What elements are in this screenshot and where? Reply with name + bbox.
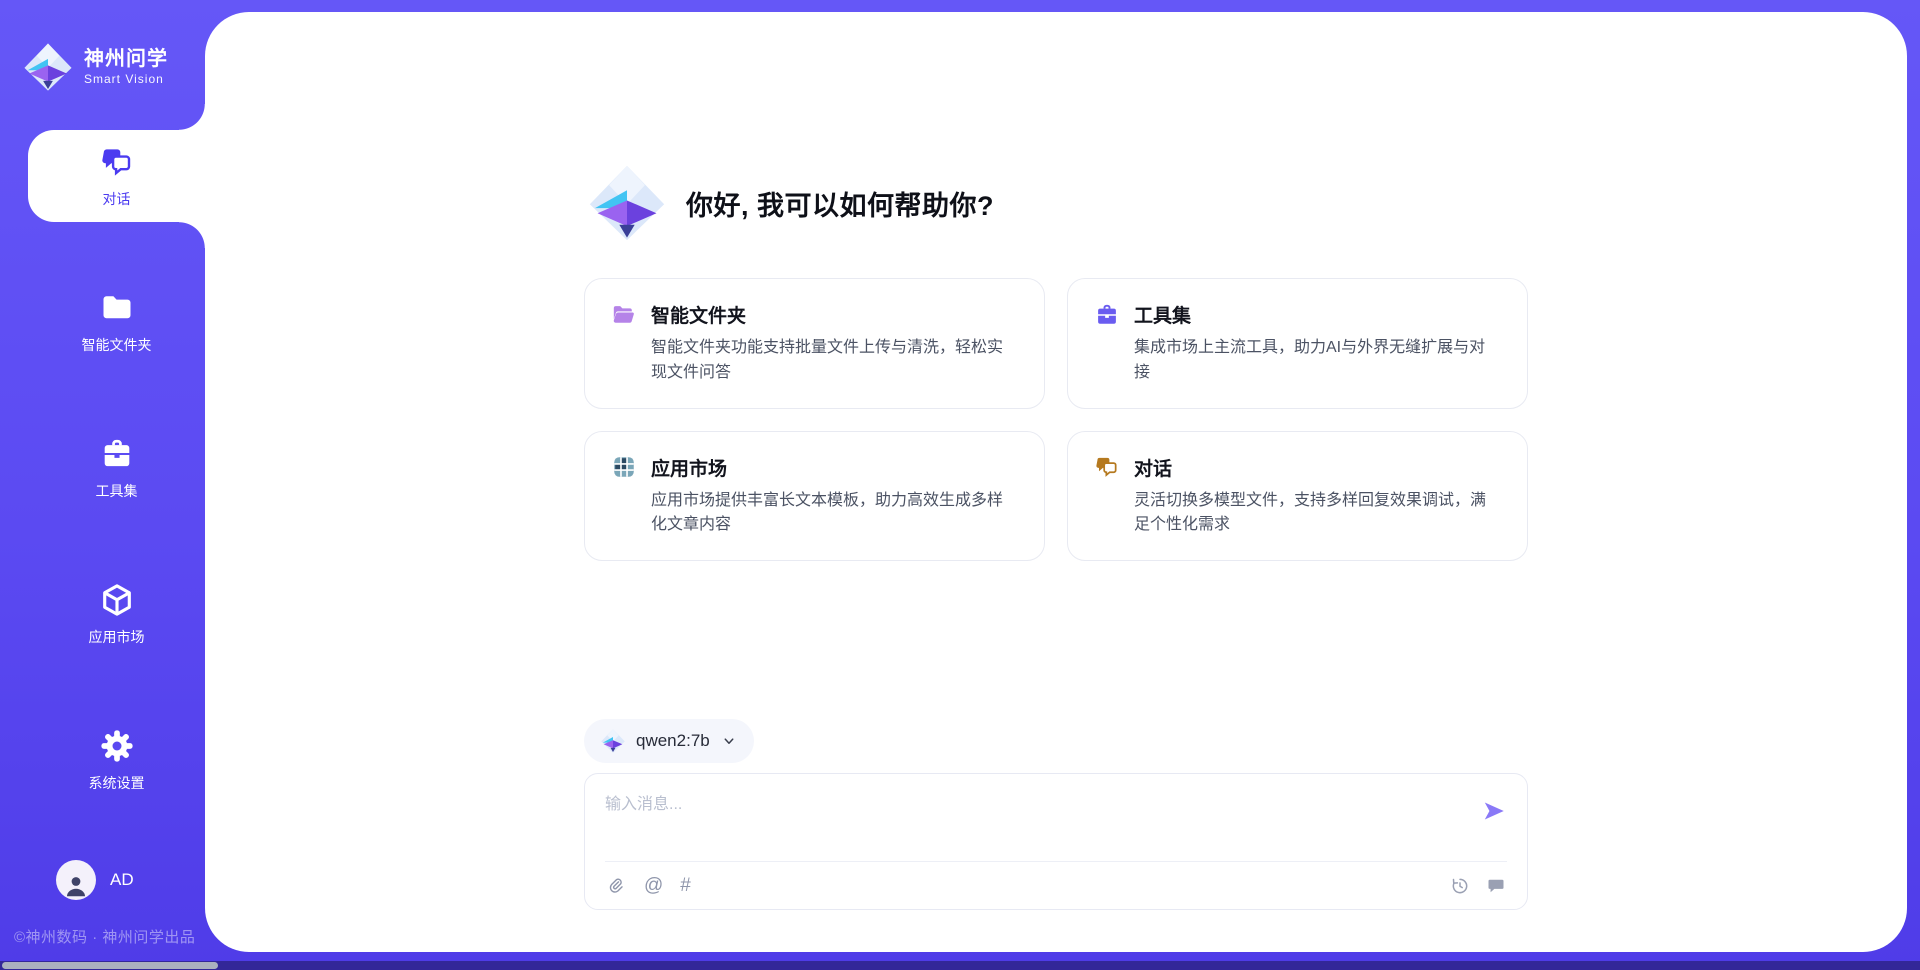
chat-icon [1094, 454, 1120, 480]
gem-diamond-icon [600, 728, 626, 754]
sidebar-item-label: 智能文件夹 [82, 335, 152, 355]
toolbox-icon [99, 436, 135, 472]
chat-bubble-icon[interactable] [1485, 875, 1507, 897]
send-icon [1481, 798, 1507, 824]
card-app-market[interactable]: 应用市场 应用市场提供丰富长文本模板，助力高效生成多样化文章内容 [584, 431, 1045, 562]
card-toolset[interactable]: 工具集 集成市场上主流工具，助力AI与外界无缝扩展与对接 [1067, 278, 1528, 409]
gem-diamond-icon [586, 162, 668, 244]
sidebar-item-chat[interactable]: 对话 [28, 130, 205, 222]
sidebar-item-label: 对话 [103, 189, 131, 209]
user-name: AD [110, 870, 134, 890]
folder-icon [99, 290, 135, 326]
sidebar-item-smart-folder[interactable]: 智能文件夹 [28, 276, 205, 368]
card-description: 灵活切换多模型文件，支持多样回复效果调试，满足个性化需求 [1134, 489, 1501, 539]
attachment-icon[interactable] [605, 875, 627, 897]
chevron-down-icon [720, 732, 738, 750]
brand-subtitle: Smart Vision [84, 73, 168, 86]
horizontal-scrollbar [0, 961, 1920, 970]
card-chat[interactable]: 对话 灵活切换多模型文件，支持多样回复效果调试，满足个性化需求 [1067, 431, 1528, 562]
card-title: 工具集 [1134, 301, 1191, 328]
card-description: 集成市场上主流工具，助力AI与外界无缝扩展与对接 [1134, 336, 1501, 386]
sidebar-item-label: 工具集 [96, 481, 138, 501]
card-smart-folder[interactable]: 智能文件夹 智能文件夹功能支持批量文件上传与清洗，轻松实现文件问答 [584, 278, 1045, 409]
brand-name: 神州问学 [84, 48, 168, 70]
greeting-title: 你好, 我可以如何帮助你? [686, 184, 994, 223]
sidebar-item-label: 系统设置 [89, 773, 145, 793]
main-panel: 你好, 我可以如何帮助你? 智能文件夹 智能文件夹功能支持批量文件上传与清洗，轻… [205, 12, 1907, 952]
copyright-footer: ©神州数码 · 神州问学出品 [0, 926, 205, 947]
feature-cards: 智能文件夹 智能文件夹功能支持批量文件上传与清洗，轻松实现文件问答 工具集 集成… [584, 278, 1528, 561]
model-selector[interactable]: qwen2:7b [584, 719, 754, 763]
message-input[interactable] [605, 790, 1465, 846]
sidebar-item-label: 应用市场 [89, 627, 145, 647]
scrollbar-thumb[interactable] [2, 962, 218, 969]
gem-diamond-icon [22, 41, 74, 93]
card-title: 智能文件夹 [651, 301, 746, 328]
chat-icon [99, 144, 135, 180]
send-button[interactable] [1481, 798, 1507, 824]
user-avatar-icon [56, 860, 96, 900]
sidebar-item-toolset[interactable]: 工具集 [28, 422, 205, 514]
history-icon[interactable] [1449, 875, 1471, 897]
cube-icon [99, 582, 135, 618]
sidebar-item-app-market[interactable]: 应用市场 [28, 568, 205, 660]
model-name: qwen2:7b [636, 731, 710, 751]
hashtag-icon[interactable]: # [680, 876, 691, 895]
message-composer: @ # [584, 773, 1528, 910]
gear-icon [99, 728, 135, 764]
greeting: 你好, 我可以如何帮助你? [586, 162, 1528, 244]
user-profile[interactable]: AD [0, 860, 205, 900]
card-description: 应用市场提供丰富长文本模板，助力高效生成多样化文章内容 [651, 489, 1018, 539]
sidebar: 神州问学 Smart Vision 对话 智能文件夹 工具集 应用市场 [0, 0, 205, 961]
card-description: 智能文件夹功能支持批量文件上传与清洗，轻松实现文件问答 [651, 336, 1018, 386]
folder-open-icon [611, 302, 637, 328]
brand-logo: 神州问学 Smart Vision [0, 0, 205, 108]
app-grid-icon [611, 454, 637, 480]
toolbox-icon [1094, 302, 1120, 328]
sidebar-nav: 对话 智能文件夹 工具集 应用市场 [0, 108, 205, 860]
mention-icon[interactable]: @ [644, 876, 663, 895]
sidebar-item-settings[interactable]: 系统设置 [28, 714, 205, 806]
card-title: 应用市场 [651, 454, 727, 481]
composer-toolbar: @ # [605, 861, 1507, 909]
card-title: 对话 [1134, 454, 1172, 481]
